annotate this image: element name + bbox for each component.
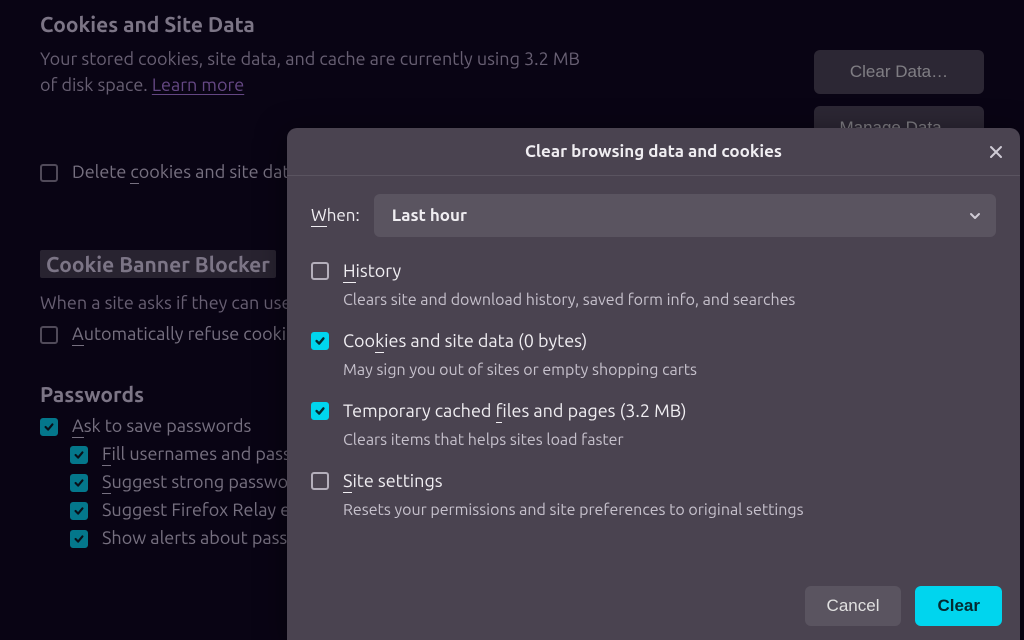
cookies-sub: May sign you out of sites or empty shopp… (343, 361, 996, 379)
history-checkbox[interactable] (311, 262, 329, 280)
option-cache: Temporary cached files and pages (3.2 MB… (311, 401, 996, 449)
when-row: When: Last hour (311, 194, 996, 237)
cache-label: Temporary cached files and pages (3.2 MB… (343, 401, 687, 421)
clear-data-dialog: Clear browsing data and cookies When: La… (287, 128, 1020, 640)
history-sub: Clears site and download history, saved … (343, 291, 996, 309)
dialog-footer: Cancel Clear (287, 576, 1020, 640)
history-label: History (343, 261, 401, 281)
cache-checkbox[interactable] (311, 402, 329, 420)
chevron-down-icon (968, 209, 982, 223)
site-settings-label: Site settings (343, 471, 443, 491)
option-history: History Clears site and download history… (311, 261, 996, 309)
dialog-title: Clear browsing data and cookies (525, 142, 782, 161)
option-cookies: Cookies and site data (0 bytes) May sign… (311, 331, 996, 379)
clear-button[interactable]: Clear (915, 586, 1002, 626)
when-select[interactable]: Last hour (374, 194, 996, 237)
when-label: When: (311, 206, 360, 225)
site-settings-sub: Resets your permissions and site prefere… (343, 501, 996, 519)
option-site-settings: Site settings Resets your permissions an… (311, 471, 996, 519)
cookies-checkbox[interactable] (311, 332, 329, 350)
dialog-body: When: Last hour History Clears site and … (287, 176, 1020, 535)
cache-sub: Clears items that helps sites load faste… (343, 431, 996, 449)
when-select-value: Last hour (392, 206, 467, 225)
cancel-button[interactable]: Cancel (805, 586, 902, 626)
cookies-label: Cookies and site data (0 bytes) (343, 331, 587, 351)
close-icon[interactable] (982, 138, 1010, 166)
site-settings-checkbox[interactable] (311, 472, 329, 490)
dialog-header: Clear browsing data and cookies (287, 128, 1020, 176)
